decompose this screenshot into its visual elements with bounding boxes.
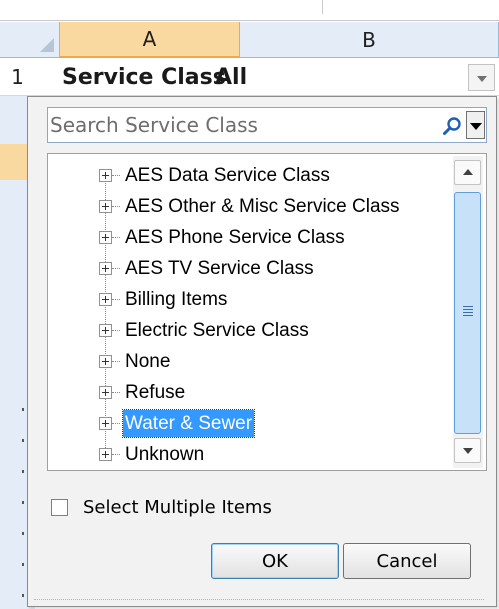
scroll-down-arrow-icon[interactable]: [454, 438, 481, 463]
scrollbar-thumb[interactable]: [454, 192, 481, 434]
row-tick: [22, 408, 24, 411]
tree-branch: [112, 268, 120, 269]
row-tick: [22, 470, 24, 473]
row-tick: [22, 501, 24, 504]
tree-branch: [112, 392, 120, 393]
grip-line: [463, 306, 473, 307]
magnifier-icon[interactable]: [442, 116, 462, 136]
grip-line: [463, 309, 473, 310]
search-options-dropdown[interactable]: [466, 111, 485, 139]
grip-line: [463, 312, 473, 313]
scroll-up-arrow-icon[interactable]: [454, 160, 481, 185]
expand-plus-icon[interactable]: [99, 355, 112, 368]
cell-b1-filter-value[interactable]: All: [215, 58, 247, 96]
tree-item[interactable]: AES Other & Misc Service Class: [48, 191, 453, 222]
tree-branch: [112, 361, 120, 362]
row-tick: [22, 532, 24, 535]
tree-branch: [112, 454, 120, 455]
tree-item[interactable]: Refuse: [48, 377, 453, 408]
tree-item[interactable]: AES TV Service Class: [48, 253, 453, 284]
cell-a1-field-name[interactable]: Service Class: [62, 58, 226, 96]
cancel-button[interactable]: Cancel: [343, 543, 471, 579]
tree-item-label[interactable]: Refuse: [123, 379, 187, 406]
tree-item[interactable]: Unknown: [48, 439, 453, 470]
column-header-a[interactable]: A: [60, 22, 240, 58]
tree-branch: [112, 423, 120, 424]
tree-branch: [112, 206, 120, 207]
select-multiple-checkbox[interactable]: [51, 499, 68, 516]
tree-item[interactable]: AES Phone Service Class: [48, 222, 453, 253]
filter-dropdown-button[interactable]: [468, 64, 495, 91]
expand-plus-icon[interactable]: [99, 417, 112, 430]
corner-triangle-icon: [40, 38, 54, 52]
vertical-scrollbar[interactable]: [453, 156, 483, 468]
ok-button[interactable]: OK: [211, 543, 339, 579]
select-multiple-label[interactable]: Select Multiple Items: [83, 495, 272, 519]
ribbon-separator: [322, 0, 323, 14]
expand-plus-icon[interactable]: [99, 386, 112, 399]
column-header-b[interactable]: B: [240, 22, 499, 58]
search-input[interactable]: [50, 110, 430, 140]
tree-item[interactable]: Electric Service Class: [48, 315, 453, 346]
tree-item-label[interactable]: AES Data Service Class: [123, 162, 332, 189]
pivot-filter-dropdown: AES Data Service Class AES Other & Misc …: [27, 96, 497, 607]
expand-plus-icon[interactable]: [99, 262, 112, 275]
expand-plus-icon[interactable]: [99, 324, 112, 337]
tree-item-selected[interactable]: Water & Sewer: [48, 408, 453, 439]
expand-plus-icon[interactable]: [99, 231, 112, 244]
item-tree-list: AES Data Service Class AES Other & Misc …: [47, 153, 487, 471]
tree-item[interactable]: Billing Items: [48, 284, 453, 315]
tree-item-label[interactable]: Unknown: [123, 441, 206, 468]
tree-item-label[interactable]: AES Other & Misc Service Class: [123, 193, 402, 220]
expand-plus-icon[interactable]: [99, 200, 112, 213]
resize-grip[interactable]: [34, 599, 484, 604]
tree-item-label[interactable]: AES TV Service Class: [123, 255, 316, 282]
tree-item-label[interactable]: None: [123, 348, 172, 375]
tree-item-label[interactable]: Electric Service Class: [123, 317, 311, 344]
tree-item[interactable]: AES Data Service Class: [48, 160, 453, 191]
tree-item-label[interactable]: AES Phone Service Class: [123, 224, 347, 251]
row-tick: [22, 563, 24, 566]
select-all-corner[interactable]: [0, 22, 60, 58]
row-header-1[interactable]: 1: [0, 58, 35, 96]
row-tick: [22, 594, 24, 597]
expand-plus-icon[interactable]: [99, 293, 112, 306]
grip-line: [463, 315, 473, 316]
ribbon-edge: [0, 0, 499, 21]
row-tick: [22, 439, 24, 442]
expand-plus-icon[interactable]: [99, 169, 112, 182]
tree-branch: [112, 237, 120, 238]
search-box: [47, 107, 487, 143]
tree-branch: [112, 299, 120, 300]
tree-branch: [112, 330, 120, 331]
tree-branch: [112, 175, 120, 176]
tree-item-label[interactable]: Billing Items: [123, 286, 229, 313]
expand-plus-icon[interactable]: [99, 448, 112, 461]
tree-item-label-selected[interactable]: Water & Sewer: [121, 409, 256, 438]
tree-item[interactable]: None: [48, 346, 453, 377]
